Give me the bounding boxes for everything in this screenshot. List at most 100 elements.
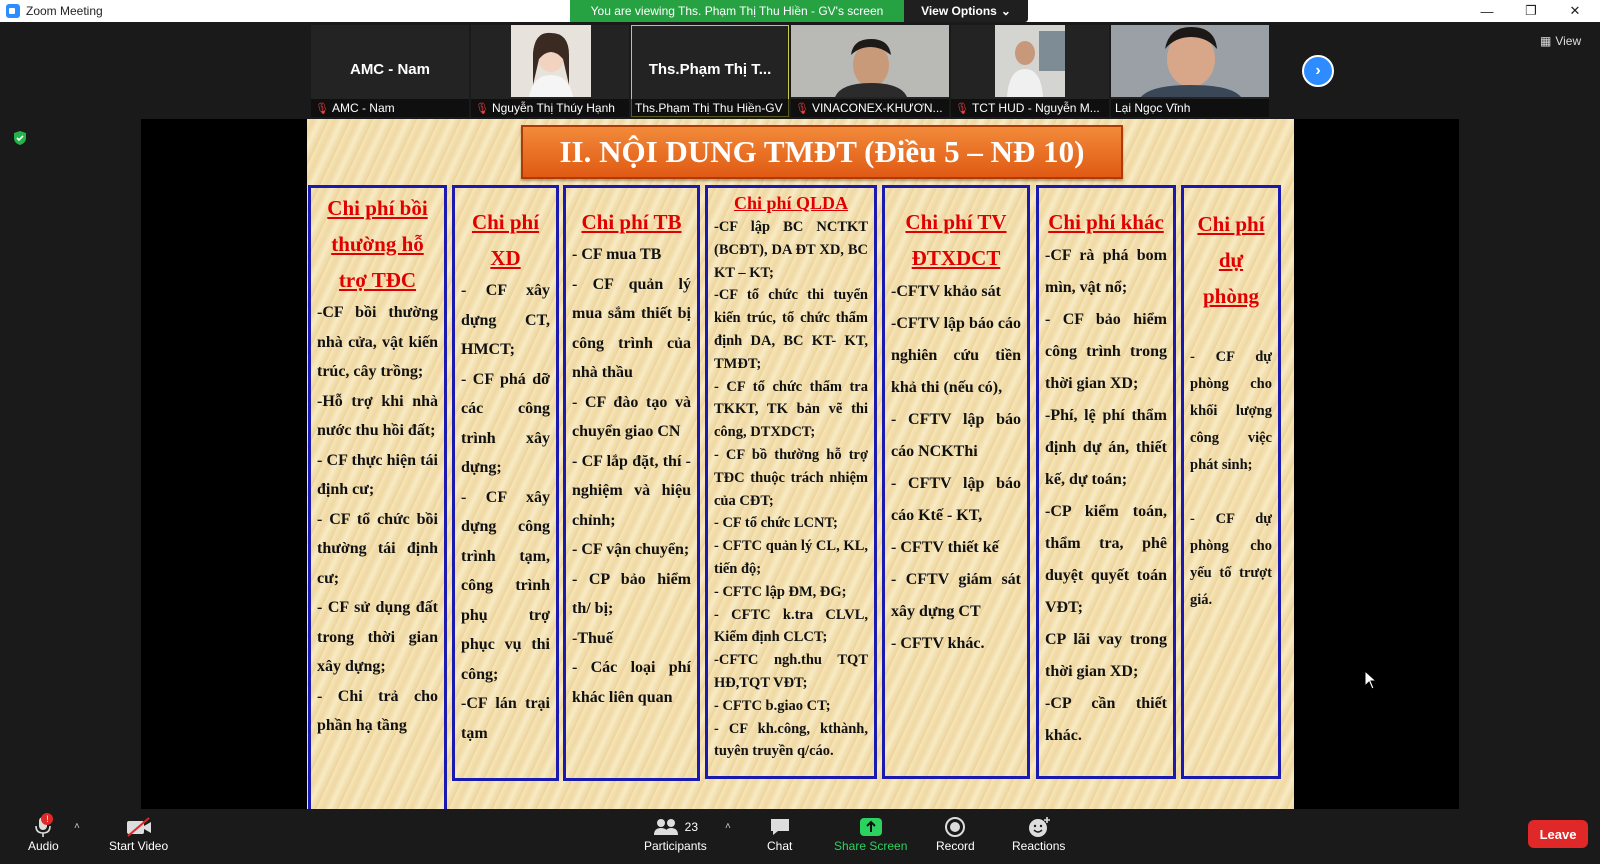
participant-tile[interactable]: AMC - Nam 🎙 AMC - Nam	[311, 25, 469, 117]
participants-options-caret[interactable]: ˄	[725, 821, 731, 832]
participant-name: Lại Ngọc Vĩnh	[1115, 101, 1191, 115]
column-item: - CP bảo hiểm th/ bị;	[572, 570, 691, 618]
column-heading-line: Chi phí bồi	[327, 196, 428, 220]
participant-label: Lại Ngọc Vĩnh	[1111, 99, 1269, 117]
view-button-label: View	[1555, 34, 1582, 48]
column-heading-line: ĐTXDCT	[911, 246, 1001, 270]
audio-button[interactable]: ! Audio	[28, 813, 59, 853]
column-heading: Chi phí bồi thường hỗ trợ TĐC	[311, 188, 444, 298]
column-item: - CF bảo hiểm công trình trong thời gian…	[1045, 311, 1167, 392]
column-spacer	[1190, 479, 1272, 506]
minimize-button[interactable]: —	[1465, 0, 1509, 22]
participant-tile[interactable]: 🎙 Nguyễn Thị Thúy Hạnh	[471, 25, 629, 117]
slide-column-boi-thuong: Chi phí bồi thường hỗ trợ TĐC -CF bồi th…	[308, 185, 447, 809]
column-item: - CFTC k.tra CLVL, Kiểm định CLCT;	[714, 606, 868, 646]
column-body: - CF mua TB - CF quản lý mua sắm thiết b…	[566, 240, 697, 712]
participant-tile[interactable]: 🎙 TCT HUD - Nguyễn M...	[951, 25, 1109, 117]
participants-count: 23	[684, 820, 699, 834]
column-item: -CF lập BC NCTKT (BCĐT), DA ĐT XD, BC KT…	[714, 219, 868, 281]
column-body: -CF bồi thường nhà cửa, vật kiến trúc, c…	[311, 298, 444, 741]
column-item: -Thuế	[572, 629, 613, 647]
column-heading-line: Chi phí	[1197, 212, 1265, 236]
column-heading-line: thường hỗ	[331, 232, 424, 256]
column-item: - CF sử dụng đất trong thời gian xây dựn…	[317, 599, 438, 675]
slide-column-thiet-bi: Chi phí TB - CF mua TB - CF quản lý mua …	[563, 185, 700, 781]
column-item: - CF phá dỡ các công trình xây dựng;	[461, 370, 550, 477]
mic-muted-icon: 🎙	[795, 102, 809, 115]
column-item: - CFTV khác.	[891, 635, 985, 652]
column-item: -CF bồi thường nhà cửa, vật kiến trúc, c…	[317, 304, 438, 380]
participant-name: Ths.Phạm Thị Thu Hiền-GV	[635, 101, 783, 115]
mic-muted-icon: 🎙	[475, 102, 489, 115]
view-options-button[interactable]: View Options ⌄	[904, 0, 1028, 22]
column-item: -CF rà phá bom mìn, vật nổ;	[1045, 247, 1167, 296]
participant-video	[1111, 25, 1269, 97]
column-item: - CF thực hiện tái định cư;	[317, 451, 438, 499]
column-body: -CF rà phá bom mìn, vật nổ; - CF bảo hiể…	[1039, 240, 1173, 752]
zoom-app-icon	[6, 4, 20, 18]
column-body: -CFTV khảo sát -CFTV lập báo cáo nghiên …	[885, 276, 1027, 660]
video-off-icon	[126, 817, 151, 837]
record-label: Record	[936, 839, 975, 853]
share-screen-button[interactable]: Share Screen	[834, 815, 907, 853]
reactions-icon	[1028, 817, 1050, 837]
column-item: -CFTV lập báo cáo nghiên cứu tiền khả th…	[891, 315, 1021, 396]
record-icon	[945, 817, 966, 837]
record-button[interactable]: Record	[936, 815, 975, 853]
slide-column-chi-phi-khac: Chi phí khác -CF rà phá bom mìn, vật nổ;…	[1036, 185, 1176, 779]
column-item: -Phí, lệ phí thẩm định dự án, thiết kế, …	[1045, 407, 1167, 488]
column-heading: Chi phí dự phòng	[1184, 188, 1278, 314]
encryption-shield-icon[interactable]	[12, 130, 28, 146]
chevron-down-icon: ⌄	[1000, 4, 1011, 18]
column-item: - CFTV lập báo cáo NCKThi	[891, 411, 1021, 460]
participant-label: 🎙 Nguyễn Thị Thúy Hạnh	[471, 99, 629, 117]
participant-tile-active[interactable]: Ths.Phạm Thị T... Ths.Phạm Thị Thu Hiền-…	[631, 25, 789, 117]
reactions-button[interactable]: Reactions	[1012, 815, 1065, 853]
mic-muted-icon: 🎙	[315, 102, 329, 115]
mic-muted-icon: 🎙	[955, 102, 969, 115]
column-heading-line: Chi phí khác	[1048, 210, 1164, 234]
leave-meeting-button[interactable]: Leave	[1528, 820, 1588, 848]
view-button[interactable]: ▦ View	[1540, 34, 1581, 48]
column-item: - CF tổ chức bồi thường tái định cư;	[317, 510, 438, 587]
column-item: - CF bồ thường hỗ trợ TĐC thuộc trách nh…	[714, 446, 868, 509]
participants-label: Participants	[644, 839, 707, 853]
column-item: - CF vận chuyển;	[572, 541, 690, 558]
participant-label: Ths.Phạm Thị Thu Hiền-GV	[631, 99, 789, 117]
mouse-cursor-icon	[1364, 670, 1378, 690]
audio-options-caret[interactable]: ˄	[74, 821, 80, 832]
column-item: - CFTV thiết kế	[891, 539, 999, 556]
participant-tile[interactable]: Lại Ngọc Vĩnh	[1111, 25, 1269, 117]
participants-button[interactable]: 23 Participants	[644, 815, 707, 853]
participant-name: Nguyễn Thị Thúy Hạnh	[491, 101, 615, 115]
next-page-button[interactable]: ›	[1302, 55, 1334, 87]
participant-display-name: AMC - Nam	[349, 61, 430, 78]
participant-tile[interactable]: 🎙 VINACONEX-KHƯƠN...	[791, 25, 949, 117]
chat-icon	[770, 819, 789, 835]
column-heading: Chi phí TB	[566, 188, 697, 240]
window-title: Zoom Meeting	[26, 4, 103, 18]
start-video-button[interactable]: Start Video	[109, 815, 168, 853]
participant-label: 🎙 VINACONEX-KHƯƠN...	[791, 99, 949, 117]
column-item: - CF đào tạo và chuyển giao CN	[572, 393, 691, 441]
restore-button[interactable]: ❐	[1509, 0, 1553, 22]
slide-title: II. NỘI DUNG TMĐT (Điều 5 – NĐ 10)	[521, 125, 1123, 179]
column-item: -CF tổ chức thi tuyển kiến trúc, tổ chức…	[714, 287, 868, 372]
slide-column-du-phong: Chi phí dự phòng - CF dự phòng cho khối …	[1181, 185, 1281, 779]
column-item: CP lãi vay trong thời gian XD;	[1045, 631, 1167, 680]
column-heading-line: dự	[1218, 248, 1244, 272]
participants-icon	[653, 819, 678, 835]
slide-column-qlda: Chi phí QLDA -CF lập BC NCTKT (BCĐT), DA…	[705, 185, 877, 779]
column-body: -CF lập BC NCTKT (BCĐT), DA ĐT XD, BC KT…	[708, 216, 874, 763]
participant-video	[791, 25, 949, 97]
column-body: - CF dự phòng cho khối lượng công việc p…	[1184, 314, 1278, 614]
close-button[interactable]: ✕	[1553, 0, 1597, 22]
participant-name: AMC - Nam	[331, 101, 395, 115]
column-heading-line: Chi phí QLDA	[733, 193, 849, 213]
participant-name: TCT HUD - Nguyễn M...	[971, 101, 1100, 115]
column-heading-line: Chi phí	[471, 210, 540, 234]
column-heading-line: Chi phí TB	[581, 210, 682, 234]
participant-display-name: Ths.Phạm Thị T...	[648, 61, 772, 78]
chat-button[interactable]: Chat	[767, 815, 792, 853]
column-body: - CF xây dựng CT, HMCT; - CF phá dỡ các …	[455, 276, 556, 748]
